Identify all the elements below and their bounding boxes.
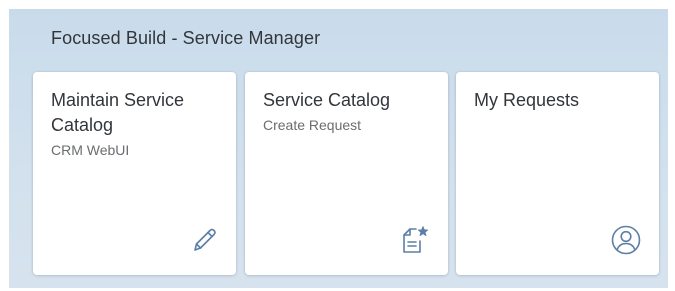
- document-star-icon: [398, 223, 432, 257]
- edit-pencil-icon: [186, 223, 220, 257]
- user-circle-icon: [609, 223, 643, 257]
- tile-title: Maintain Service Catalog: [51, 90, 185, 135]
- tile-title: My Requests: [474, 90, 580, 110]
- tile-title: Service Catalog: [263, 90, 391, 110]
- tile-subtitle: CRM WebUI: [51, 142, 130, 158]
- tile-maintain-service-catalog[interactable]: Maintain Service Catalog CRM WebUI: [33, 72, 236, 275]
- tile-service-catalog[interactable]: Service Catalog Create Request: [245, 72, 448, 275]
- tile-group: Focused Build - Service Manager Maintain…: [9, 9, 668, 288]
- tile-subtitle: Create Request: [263, 117, 362, 133]
- group-title: Focused Build - Service Manager: [51, 28, 321, 48]
- tile-my-requests[interactable]: My Requests: [456, 72, 659, 275]
